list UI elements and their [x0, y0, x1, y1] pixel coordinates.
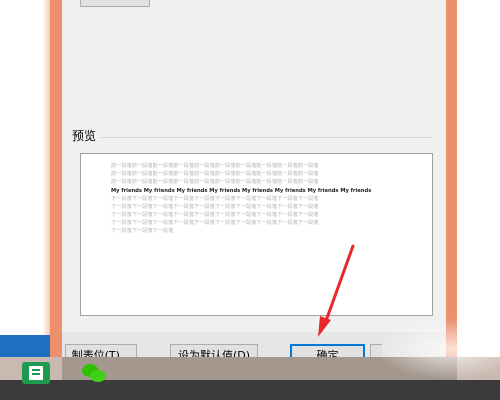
chat-bubble-right — [90, 370, 106, 382]
taskbar — [0, 380, 500, 400]
preview-sample-line: 下一段落下一段落下一段落下一段落下一段落下一段落下一段落下一段落下一段落下一段落 — [111, 204, 319, 210]
preview-sample-line: 下一段落下一段落下一段落下一段落下一段落下一段落下一段落下一段落下一段落下一段落 — [111, 196, 319, 202]
desktop-background — [0, 0, 50, 335]
spreadsheet-app-icon[interactable] — [22, 362, 50, 384]
sheet-glyph — [29, 366, 43, 380]
preview-sample-line: 下一段落下一段落下一段落 — [111, 228, 174, 234]
preview-sample-line: 下一段落下一段落下一段落下一段落下一段落下一段落下一段落下一段落下一段落下一段落 — [111, 212, 319, 218]
desktop-background-right — [457, 0, 500, 357]
preview-group-label: 预览 — [72, 129, 97, 143]
preview-box: 前一段落前一段落前一段落前一段落前一段落前一段落前一段落前一段落前一段落前一段落… — [80, 153, 433, 316]
preview-sample-line: 前一段落前一段落前一段落前一段落前一段落前一段落前一段落前一段落前一段落前一段落 — [111, 163, 319, 169]
screenshot: 预览 前一段落前一段落前一段落前一段落前一段落前一段落前一段落前一段落前一段落前… — [0, 0, 500, 400]
desktop-edge — [0, 335, 50, 357]
preview-current-paragraph: My friends My friends My friends My frie… — [111, 188, 372, 194]
watermark-haze — [375, 318, 500, 380]
top-cropped-button[interactable] — [80, 0, 150, 7]
preview-sample-line: 前一段落前一段落前一段落前一段落前一段落前一段落前一段落前一段落前一段落前一段落 — [111, 171, 319, 177]
chat-app-icon[interactable] — [80, 362, 108, 384]
preview-sample-line: 下一段落下一段落下一段落下一段落下一段落下一段落下一段落下一段落下一段落下一段落 — [111, 220, 319, 226]
preview-sample-line: 前一段落前一段落前一段落前一段落前一段落前一段落前一段落前一段落前一段落前一段落 — [111, 179, 319, 185]
group-divider — [100, 137, 433, 138]
